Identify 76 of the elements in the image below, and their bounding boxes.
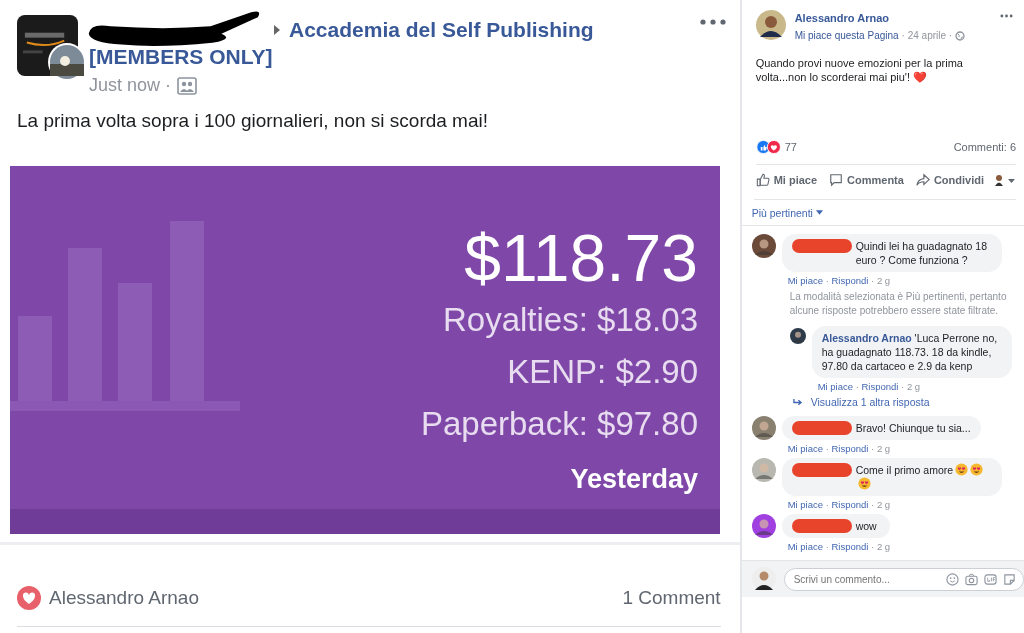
comment-age: · 2 g xyxy=(871,499,891,510)
separator-dot: · xyxy=(825,275,829,286)
reply-link[interactable]: Rispondi xyxy=(861,381,899,392)
more-options-button[interactable] xyxy=(699,19,726,25)
like-link[interactable]: Mi piace xyxy=(787,275,823,286)
reaction-count[interactable]: 77 xyxy=(784,141,797,153)
earnings-line: Royalties: $18.03 xyxy=(443,300,698,340)
separator-dot: · xyxy=(825,541,829,552)
comment-text: Quindi lei ha guadagnato 18 euro ? Come funziona ? xyxy=(855,240,987,266)
avatar-icon xyxy=(789,328,806,344)
avatar-icon xyxy=(751,416,776,440)
separator-dot: · xyxy=(825,443,829,454)
like-link[interactable]: Mi piace xyxy=(787,541,823,552)
total-amount: $118.73 xyxy=(464,222,698,294)
separator-dot: · xyxy=(825,499,829,510)
thumbs-up-icon xyxy=(755,173,770,187)
filter-note: La modalità selezionata è Più pertinenti, pertanto alcune risposte potrebbero essere state filtrate. xyxy=(789,290,1008,318)
comment-age: · 2 g xyxy=(871,443,891,454)
gif-icon[interactable] xyxy=(984,572,997,586)
heart-eyes-emoji-icon xyxy=(955,463,969,476)
earnings-line: KENP: $2.90 xyxy=(507,352,698,392)
post-text: La prima volta sopra i 100 giornalieri, non si scorda mai! xyxy=(17,110,489,132)
heart-eyes-emoji-icon xyxy=(970,463,984,476)
comment-text: Alessandro Arnao 'Luca Perrone no, ha guadagnato 118.73. 18 da kindle, 97.80 da cartaceo e 2.9 da kenp xyxy=(821,332,998,372)
comment-text: Come il primo amore xyxy=(855,464,954,476)
avatar-icon xyxy=(751,514,776,538)
caret-right-icon xyxy=(273,24,281,36)
comments-count-link[interactable]: Commenti: 6 xyxy=(953,141,1016,153)
comment-age: · 2 g xyxy=(871,275,891,286)
globe-icon xyxy=(955,30,966,41)
action-button[interactable]: Mi piace xyxy=(753,171,820,189)
sort-dropdown[interactable]: Più pertinenti xyxy=(751,207,823,219)
action-button[interactable]: Condividi xyxy=(913,171,986,189)
caret-down-icon xyxy=(815,210,823,215)
comment-text: wow xyxy=(855,520,877,532)
group-name-link[interactable]: Accademia del Self Publishing xyxy=(289,18,594,42)
comment-count-link[interactable]: 1 Comment xyxy=(622,587,721,609)
group-suffix-link[interactable]: [MEMBERS ONLY] xyxy=(89,45,594,69)
post-text: Quando provi nuove emozioni per la prima volta...non lo scorderai mai piu'! ❤ xyxy=(755,57,963,83)
view-replies-link[interactable]: Visualizza 1 altra risposta xyxy=(810,396,930,408)
speech-bubble-icon xyxy=(829,173,844,187)
post-date: · 24 aprile · xyxy=(901,30,953,41)
reply-link[interactable]: Rispondi xyxy=(831,499,869,510)
heart-eyes-emoji-icon xyxy=(857,477,871,490)
like-link[interactable]: Mi piace xyxy=(817,381,853,392)
reactions-icon xyxy=(755,140,783,154)
liker-name: Alessandro Arnao xyxy=(49,587,199,609)
reply-link[interactable]: Rispondi xyxy=(831,275,869,286)
emoji-icon[interactable] xyxy=(946,572,959,586)
reply-link[interactable]: Rispondi xyxy=(831,541,869,552)
period-label: Yesterday xyxy=(570,464,698,495)
author-name[interactable]: Alessandro Arnao xyxy=(794,12,966,24)
more-icon[interactable] xyxy=(1000,14,1013,18)
comment-age: · 2 g xyxy=(871,541,891,552)
like-link[interactable]: Mi piace xyxy=(787,443,823,454)
like-link[interactable]: Mi piace xyxy=(787,499,823,510)
avatar-icon xyxy=(755,10,786,40)
reply-link[interactable]: Rispondi xyxy=(831,443,869,454)
share-arrow-icon xyxy=(915,173,930,187)
like-page-link[interactable]: Mi piace questa Pagina xyxy=(794,30,899,41)
avatar-icon xyxy=(751,458,776,482)
comment-age: · 2 g xyxy=(901,381,921,392)
post-time: Just now · xyxy=(89,75,172,96)
profile-picker-button[interactable] xyxy=(994,174,1016,186)
avatar-icon xyxy=(751,567,776,591)
reply-arrow-icon xyxy=(791,397,803,407)
sticker-icon[interactable] xyxy=(1003,572,1016,586)
avatar-icon xyxy=(751,234,776,258)
camera-icon[interactable] xyxy=(965,572,978,586)
comment-text: Bravo! Chiunque tu sia... xyxy=(855,422,971,434)
action-button[interactable]: Commenta xyxy=(827,171,906,189)
separator-dot: · xyxy=(855,381,859,392)
group-icon xyxy=(177,76,198,95)
more-icon xyxy=(699,19,726,25)
earnings-line: Paperback: $97.80 xyxy=(420,404,698,444)
comment-input-field[interactable]: Scrivi un commento... xyxy=(783,567,1024,591)
